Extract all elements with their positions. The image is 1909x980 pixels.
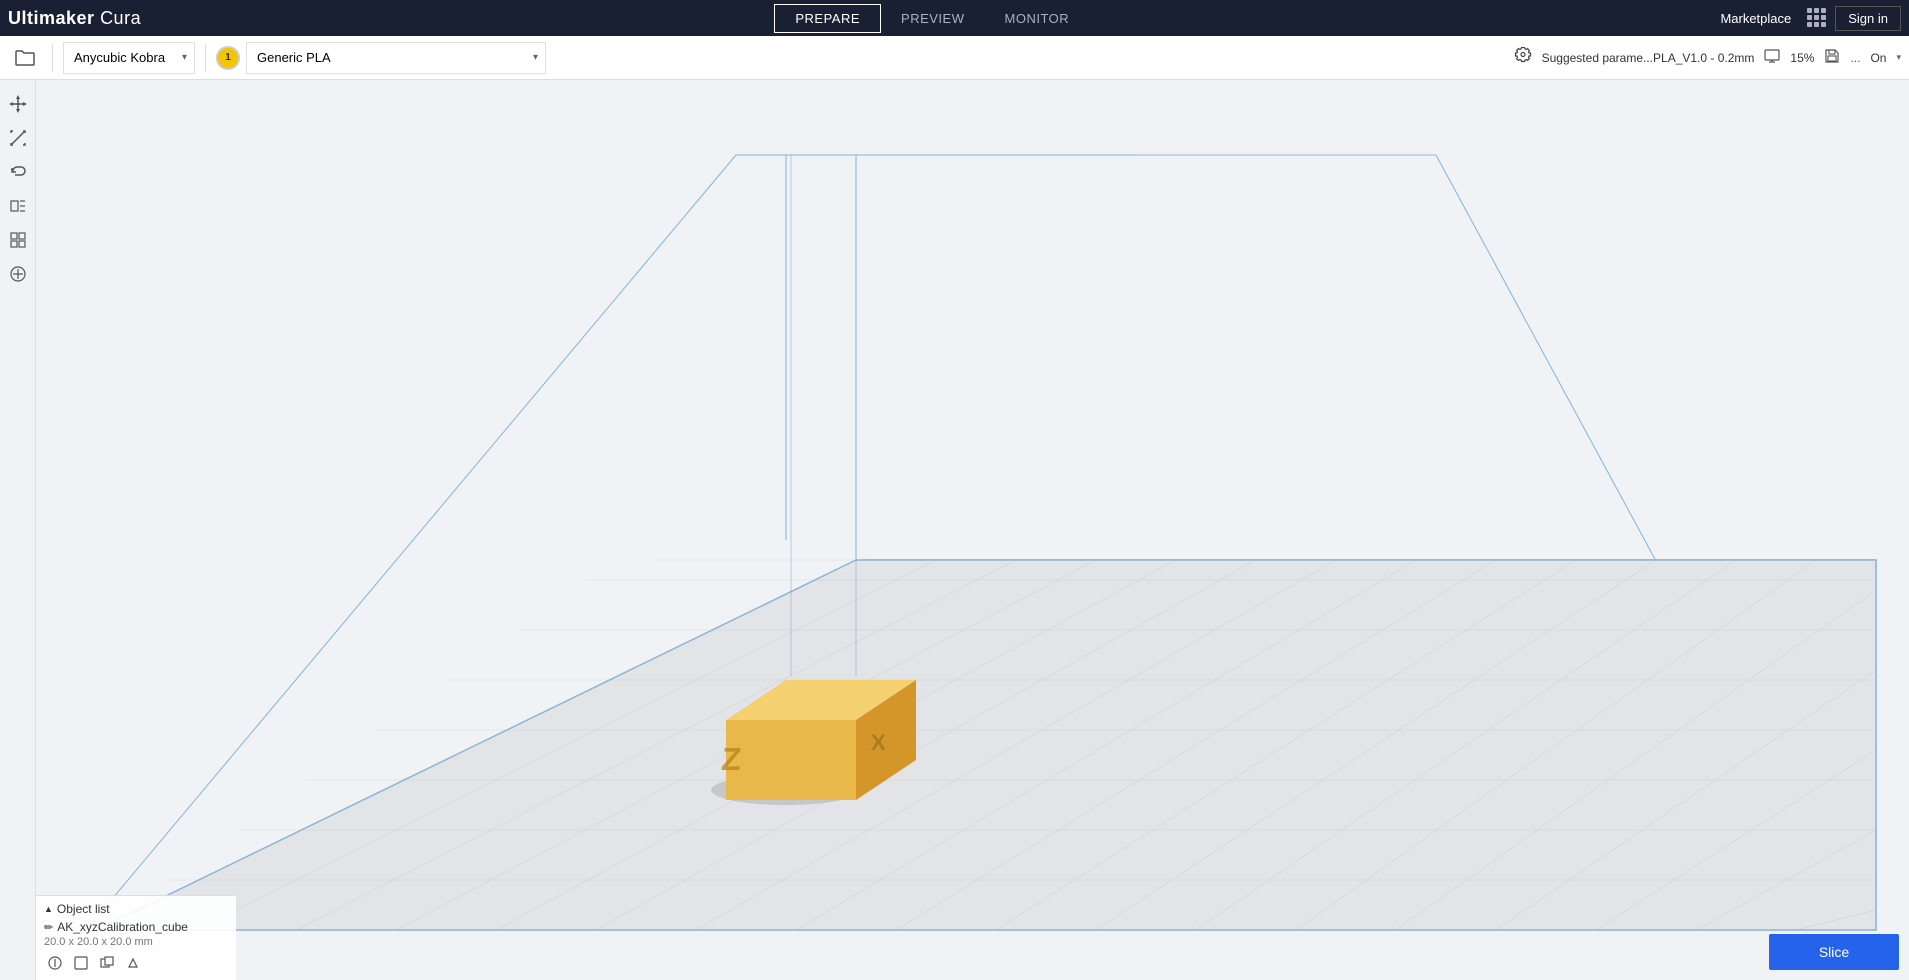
move-tool[interactable] — [4, 90, 32, 118]
separator — [52, 44, 53, 72]
settings-button[interactable] — [1510, 43, 1536, 73]
tab-preview[interactable]: PREVIEW — [881, 5, 984, 32]
tab-prepare[interactable]: PREPARE — [774, 4, 881, 33]
on-toggle-button[interactable]: On — [1866, 49, 1890, 67]
infill-percent: 15% — [1790, 51, 1814, 65]
scale-tool[interactable] — [4, 124, 32, 152]
open-folder-button[interactable] — [8, 41, 42, 75]
svg-text:Z: Z — [720, 741, 743, 777]
object-list-collapse-icon: ▲ — [44, 904, 53, 914]
object-list: ▲ Object list ✏ AK_xyzCalibration_cube 2… — [36, 895, 236, 980]
left-toolbar — [0, 80, 36, 980]
support-tool[interactable] — [4, 260, 32, 288]
main-area: Z X ▲ Object list ✏ AK_xyzCalibration_cu… — [0, 80, 1909, 980]
object-list-title: Object list — [57, 902, 110, 916]
printer-select[interactable]: Anycubic Kobra — [63, 42, 195, 74]
material-select[interactable]: Generic PLA — [246, 42, 546, 74]
trim-tool[interactable] — [4, 192, 32, 220]
more-options-label: ... — [1850, 51, 1860, 65]
object-name: AK_xyzCalibration_cube — [57, 920, 188, 934]
svg-text:X: X — [871, 730, 886, 755]
material-badge: 1 — [216, 46, 240, 70]
toolbar-right: Suggested parame...PLA_V1.0 - 0.2mm 15% … — [1510, 43, 1901, 73]
material-select-wrapper[interactable]: Generic PLA ▾ — [246, 42, 546, 74]
obj-icon-2[interactable] — [70, 952, 92, 974]
nav-tabs: PREPARE PREVIEW MONITOR — [159, 4, 1704, 33]
app-logo: Ultimaker Cura — [8, 8, 141, 29]
object-dimensions: 20.0 x 20.0 x 20.0 mm — [44, 936, 228, 948]
screen-icon-button[interactable] — [1760, 45, 1784, 71]
on-caret-icon: ▾ — [1896, 52, 1901, 63]
tab-monitor[interactable]: MONITOR — [985, 5, 1090, 32]
separator2 — [205, 44, 206, 72]
merge-tool[interactable] — [4, 226, 32, 254]
brand-name: Ultimaker — [8, 8, 95, 28]
nav-right: Marketplace Sign in — [1712, 6, 1901, 31]
toolbar2: Anycubic Kobra ▾ 1 Generic PLA ▾ Suggest… — [0, 36, 1909, 80]
marketplace-button[interactable]: Marketplace — [1712, 7, 1799, 30]
slice-button[interactable]: Slice — [1769, 934, 1899, 970]
printer-select-wrapper[interactable]: Anycubic Kobra ▾ — [63, 42, 195, 74]
obj-icon-3[interactable] — [96, 952, 118, 974]
product-name2: Cura — [100, 8, 141, 28]
topbar: Ultimaker Cura PREPARE PREVIEW MONITOR M… — [0, 0, 1909, 36]
signin-button[interactable]: Sign in — [1835, 6, 1901, 31]
object-icons — [44, 952, 228, 974]
save-button[interactable] — [1820, 44, 1844, 72]
edit-icon: ✏ — [44, 921, 53, 934]
undo-tool[interactable] — [4, 158, 32, 186]
object-list-item[interactable]: ✏ AK_xyzCalibration_cube — [44, 920, 228, 934]
apps-grid-icon[interactable] — [1807, 8, 1827, 28]
profile-label: Suggested parame...PLA_V1.0 - 0.2mm — [1542, 51, 1755, 65]
object-list-header[interactable]: ▲ Object list — [44, 902, 228, 916]
scene-svg: Z X — [36, 80, 1909, 980]
obj-icon-1[interactable] — [44, 952, 66, 974]
viewport[interactable]: Z X ▲ Object list ✏ AK_xyzCalibration_cu… — [36, 80, 1909, 980]
obj-icon-4[interactable] — [122, 952, 144, 974]
